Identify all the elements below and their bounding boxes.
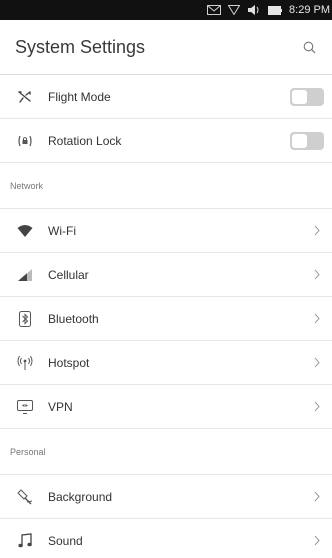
hotspot-icon [0,355,48,371]
hotspot-row[interactable]: Hotspot [0,341,332,385]
vpn-label: VPN [48,399,73,414]
search-button[interactable] [299,37,319,57]
chevron-right-icon [302,491,332,502]
page-title: System Settings [15,36,146,57]
rotation-lock-toggle[interactable] [290,131,324,150]
toggle-knob [292,89,307,104]
background-label: Background [48,489,113,504]
flight-mode-label: Flight Mode [48,89,111,104]
airplane-icon [0,89,48,105]
rotation-lock-icon [0,133,48,149]
chevron-right-icon [302,357,332,368]
chevron-right-icon [302,535,332,546]
background-row[interactable]: Background [0,475,332,519]
rotation-lock-row[interactable]: Rotation Lock [0,119,332,163]
hotspot-label: Hotspot [48,355,90,370]
envelope-icon [207,5,222,15]
wifi-icon [0,224,48,238]
chevron-right-icon [302,269,332,280]
network-section-header: Network [0,163,332,209]
rotation-lock-label: Rotation Lock [48,133,122,148]
status-time: 8:29 PM [289,4,330,16]
vpn-row[interactable]: VPN [0,385,332,429]
toggle-knob [292,133,307,148]
volume-icon [247,5,261,15]
cellular-icon [0,268,48,282]
vpn-icon [0,399,48,414]
personal-section-header: Personal [0,429,332,475]
sound-row[interactable]: Sound [0,519,332,558]
search-icon [303,41,315,53]
chevron-right-icon [302,401,332,412]
flight-mode-toggle[interactable] [290,87,324,106]
background-icon [0,488,48,505]
cellular-row[interactable]: Cellular [0,253,332,297]
sound-icon [0,532,48,549]
network-icon [228,5,241,15]
settings-list: Flight Mode Rotation Lock Network Wi-Fi … [0,75,332,558]
bluetooth-row[interactable]: Bluetooth [0,297,332,341]
bluetooth-icon [0,310,48,327]
page-header: System Settings [0,20,332,75]
flight-mode-row[interactable]: Flight Mode [0,75,332,119]
cellular-label: Cellular [48,267,89,282]
chevron-right-icon [302,313,332,324]
status-bar: 8:29 PM [0,0,332,20]
wifi-row[interactable]: Wi-Fi [0,209,332,253]
chevron-right-icon [302,225,332,236]
sound-label: Sound [48,533,83,548]
bluetooth-label: Bluetooth [48,311,99,326]
wifi-label: Wi-Fi [48,223,76,238]
battery-icon [268,5,283,15]
